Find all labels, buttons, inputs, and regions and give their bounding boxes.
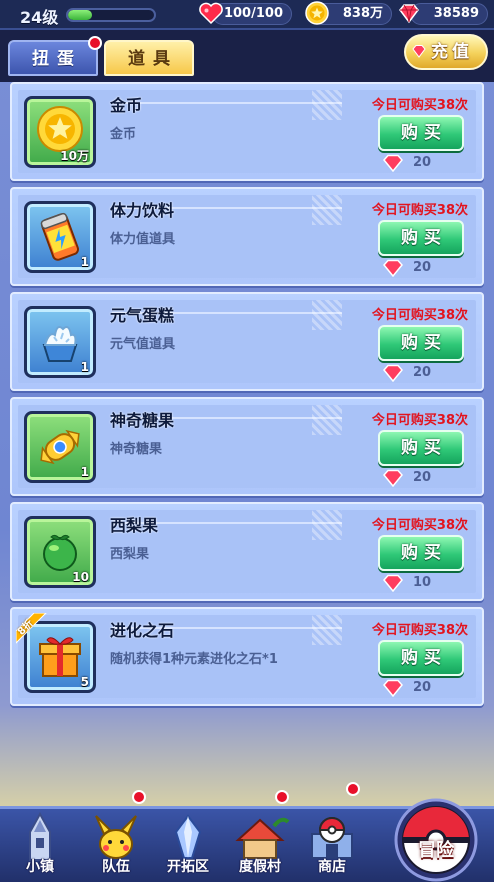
item-price: 10 <box>413 575 432 590</box>
exp-bar-fill <box>68 10 93 20</box>
recharge-button[interactable]: 充值 <box>404 34 488 70</box>
nav-resort[interactable]: 度假村 <box>226 812 294 878</box>
tab-gacha[interactable]: 扭蛋 <box>8 40 98 76</box>
shop-icon <box>311 817 353 859</box>
purchase-limit: 今日可购买38次 <box>371 623 468 638</box>
buy-button[interactable]: 购买 <box>378 115 464 151</box>
diamond-icon <box>383 364 403 382</box>
item-icon-frame[interactable]: 1 <box>24 306 96 378</box>
buy-button[interactable]: 购买 <box>378 535 464 571</box>
tab-items[interactable]: 道具 <box>104 40 194 76</box>
nav-label: 小镇 <box>26 859 54 875</box>
item-desc: 西梨果 <box>110 547 150 562</box>
nav-label: 度假村 <box>239 859 281 875</box>
item-count: 5 <box>80 675 89 689</box>
diamond-icon <box>399 4 419 24</box>
item-name: 金币 <box>110 96 143 115</box>
item-icon-frame[interactable]: 1 <box>24 201 96 273</box>
purchase-limit: 今日可购买38次 <box>371 308 468 323</box>
item-count: 1 <box>80 255 89 269</box>
crystal-icon <box>174 814 202 859</box>
purchase-limit: 今日可购买38次 <box>371 203 468 218</box>
gold-value: 838万 <box>342 6 383 21</box>
item-desc: 金币 <box>110 127 137 142</box>
item-desc: 体力值道具 <box>110 232 176 247</box>
team-notification-dot <box>132 790 146 804</box>
purchase-limit: 今日可购买38次 <box>371 518 468 533</box>
resort-notification-dot <box>275 790 289 804</box>
gacha-notification-dot <box>88 36 102 50</box>
item-count: 10 <box>72 570 89 584</box>
player-level: 24级 <box>20 8 59 27</box>
item-count: 1 <box>80 360 89 374</box>
item-desc: 随机获得1种元素进化之石*1 <box>110 652 278 667</box>
diamond-icon <box>383 469 403 487</box>
status-bar: 24级 100/100 838万 38589 <box>0 0 494 30</box>
nav-shop[interactable]: 商店 <box>298 812 366 878</box>
recharge-label: 充值 <box>431 42 473 62</box>
adventure-button[interactable]: 冒险 <box>392 796 480 882</box>
list-item: 10万 金币 金币 今日可购买38次 购买 20 <box>10 82 484 181</box>
item-price: 20 <box>413 155 432 170</box>
item-icon-frame[interactable]: 10 <box>24 516 96 588</box>
purchase-limit: 今日可购买38次 <box>371 98 468 113</box>
purchase-limit: 今日可购买38次 <box>371 413 468 428</box>
item-count: 10万 <box>60 149 89 163</box>
buy-button[interactable]: 购买 <box>378 325 464 361</box>
nav-label: 队伍 <box>102 859 130 875</box>
item-icon-frame[interactable]: 1 <box>24 411 96 483</box>
stamina-counter[interactable]: 100/100 <box>212 3 292 25</box>
diamond-icon <box>383 574 403 592</box>
item-price: 20 <box>413 680 432 695</box>
diamond-icon <box>383 154 403 172</box>
nav-town[interactable]: 小镇 <box>6 811 74 878</box>
stamina-value: 100/100 <box>223 6 283 21</box>
heart-icon <box>199 2 223 25</box>
item-name: 体力饮料 <box>110 201 175 220</box>
item-name: 神奇糖果 <box>110 411 175 430</box>
buy-button[interactable]: 购买 <box>378 640 464 676</box>
list-item: 5 8折 进化之石 随机获得1种元素进化之石*1 今日可购买38次 购买 20 <box>10 607 484 706</box>
buy-button[interactable]: 购买 <box>378 220 464 256</box>
discount-badge: 8折 <box>15 612 50 647</box>
diamond-icon <box>383 259 403 277</box>
list-item: 1 神奇糖果 神奇糖果 今日可购买38次 购买 20 <box>10 397 484 496</box>
nav-explore[interactable]: 开拓区 <box>154 812 222 878</box>
item-icon-frame[interactable]: 10万 <box>24 96 96 168</box>
item-desc: 神奇糖果 <box>110 442 163 457</box>
nav-team[interactable]: 队伍 <box>82 812 150 878</box>
item-count: 1 <box>80 465 89 479</box>
pikachu-icon <box>95 815 137 859</box>
gold-coin-icon <box>305 1 329 25</box>
diamond-icon <box>383 679 403 697</box>
exp-bar <box>66 8 156 22</box>
adventure-label: 冒险 <box>418 840 454 861</box>
buy-button[interactable]: 购买 <box>378 430 464 466</box>
list-item: 1 元气蛋糕 元气值道具 今日可购买38次 购买 20 <box>10 292 484 391</box>
item-name: 元气蛋糕 <box>110 306 175 325</box>
item-price: 20 <box>413 260 432 275</box>
diamond-value: 38589 <box>433 6 479 21</box>
item-price: 20 <box>413 470 432 485</box>
item-desc: 元气值道具 <box>110 337 176 352</box>
item-name: 进化之石 <box>110 621 175 640</box>
item-price: 20 <box>413 365 432 380</box>
nav-label: 商店 <box>318 859 346 875</box>
resort-hut-icon <box>235 817 290 859</box>
item-name: 西梨果 <box>110 516 159 535</box>
shop-notification-dot <box>346 782 360 796</box>
town-tower-icon <box>29 811 51 861</box>
list-item: 10 西梨果 西梨果 今日可购买38次 购买 10 <box>10 502 484 601</box>
list-item: 1 体力饮料 体力值道具 今日可购买38次 购买 20 <box>10 187 484 286</box>
diamond-icon <box>412 45 426 58</box>
nav-label: 开拓区 <box>167 859 209 875</box>
